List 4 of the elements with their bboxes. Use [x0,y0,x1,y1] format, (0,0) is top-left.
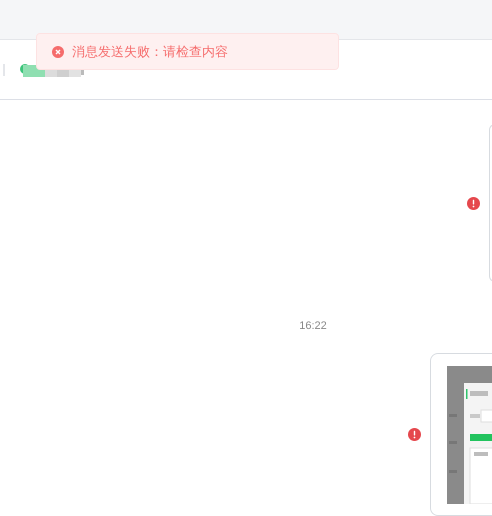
timestamp: 16:22 [299,319,327,334]
image-message[interactable] [430,352,492,516]
toast-message: 消息发送失败：请检查内容 [72,42,228,61]
error-icon [52,46,64,58]
